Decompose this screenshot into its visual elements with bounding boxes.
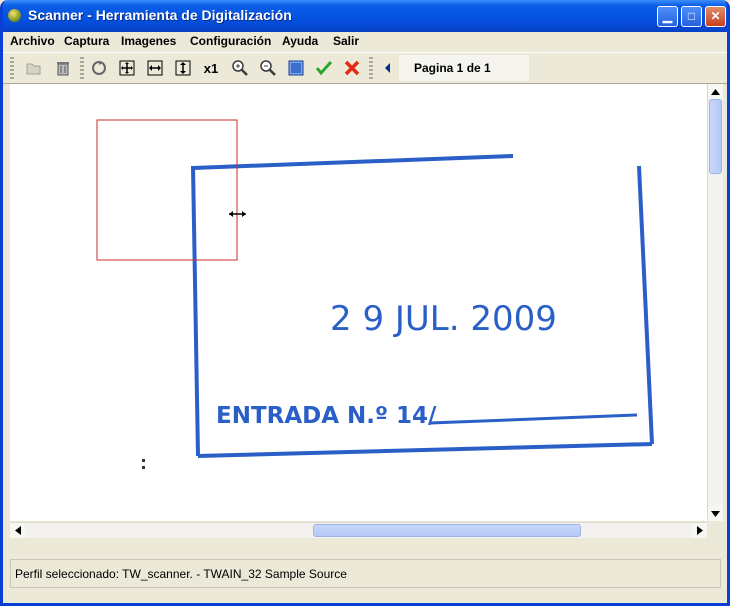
select-area-icon xyxy=(288,60,304,76)
rotate-button[interactable] xyxy=(88,57,110,79)
accept-button[interactable] xyxy=(313,57,335,79)
selection-rectangle[interactable] xyxy=(96,119,238,261)
scroll-right-button[interactable] xyxy=(692,523,707,538)
stamp-entry: ENTRADA N.º 14/ xyxy=(216,403,437,429)
image-viewport[interactable]: 2 9 JUL. 2009 ENTRADA N.º 14/ xyxy=(10,84,707,521)
zoom-out-button[interactable] xyxy=(257,57,279,79)
menu-configuracion[interactable]: Configuración xyxy=(190,34,271,48)
menu-captura[interactable]: Captura xyxy=(64,34,109,48)
menu-archivo[interactable]: Archivo xyxy=(10,34,55,48)
menu-imagenes[interactable]: Imagenes xyxy=(121,34,176,48)
fit-width-button[interactable] xyxy=(144,57,166,79)
maximize-icon: □ xyxy=(687,9,696,23)
title-bar[interactable]: Scanner - Herramienta de Digitalización … xyxy=(3,0,727,32)
status-text: Perfil seleccionado: TW_scanner. - TWAIN… xyxy=(15,567,347,581)
stamp-date: 2 9 JUL. 2009 xyxy=(330,299,557,339)
status-bar: Perfil seleccionado: TW_scanner. - TWAIN… xyxy=(10,559,721,588)
app-icon xyxy=(8,9,21,22)
actual-size-button[interactable]: x1 xyxy=(200,57,222,79)
arrow-right-icon xyxy=(696,526,703,535)
toolbar-grip[interactable] xyxy=(10,57,14,79)
close-icon: ✕ xyxy=(710,9,721,23)
zoom-out-icon xyxy=(260,60,276,76)
horizontal-scrollbar[interactable] xyxy=(10,522,707,538)
trash-icon xyxy=(57,62,69,76)
cancel-icon xyxy=(344,60,360,76)
scanned-document: 2 9 JUL. 2009 ENTRADA N.º 14/ xyxy=(96,119,654,469)
rotate-icon xyxy=(92,61,106,75)
app-window: Scanner - Herramienta de Digitalización … xyxy=(0,0,730,606)
maximize-button[interactable]: □ xyxy=(681,6,702,27)
menu-bar: Archivo Captura Imagenes Configuración A… xyxy=(3,32,727,51)
minimize-icon: ▁ xyxy=(662,9,673,23)
scan-speck xyxy=(142,459,145,462)
open-button[interactable] xyxy=(23,57,45,79)
menu-salir[interactable]: Salir xyxy=(333,34,359,48)
fit-width-icon xyxy=(147,60,163,76)
minimize-button[interactable]: ▁ xyxy=(657,6,678,27)
toolbar-separator xyxy=(80,57,84,79)
toolbar: x1 xyxy=(3,52,727,84)
zoom-in-button[interactable] xyxy=(229,57,251,79)
delete-button[interactable] xyxy=(52,57,74,79)
window-title: Scanner - Herramienta de Digitalización xyxy=(28,7,292,23)
page-indicator-label: Pagina 1 de 1 xyxy=(414,61,491,75)
actual-size-icon: x1 xyxy=(203,60,219,76)
fit-height-button[interactable] xyxy=(172,57,194,79)
scroll-left-button[interactable] xyxy=(10,523,25,538)
fit-page-icon xyxy=(119,60,135,76)
arrow-up-icon xyxy=(711,88,720,95)
arrow-left-icon xyxy=(14,526,21,535)
previous-page-button[interactable] xyxy=(377,57,399,79)
toolbar-separator xyxy=(369,57,373,79)
scan-speck xyxy=(142,466,145,469)
menu-ayuda[interactable]: Ayuda xyxy=(282,34,318,48)
scroll-up-button[interactable] xyxy=(708,84,723,99)
horizontal-scroll-thumb[interactable] xyxy=(313,524,581,537)
fit-page-button[interactable] xyxy=(116,57,138,79)
close-button[interactable]: ✕ xyxy=(705,6,726,27)
scroll-down-button[interactable] xyxy=(708,506,723,521)
fit-height-icon xyxy=(175,60,191,76)
previous-page-icon xyxy=(385,63,390,73)
cancel-button[interactable] xyxy=(341,57,363,79)
open-folder-icon xyxy=(26,63,41,75)
arrow-down-icon xyxy=(711,510,720,517)
vertical-scrollbar[interactable] xyxy=(707,84,723,521)
vertical-scroll-thumb[interactable] xyxy=(709,99,722,174)
select-area-button[interactable] xyxy=(285,57,307,79)
zoom-in-icon xyxy=(232,60,248,76)
accept-icon xyxy=(315,60,333,76)
